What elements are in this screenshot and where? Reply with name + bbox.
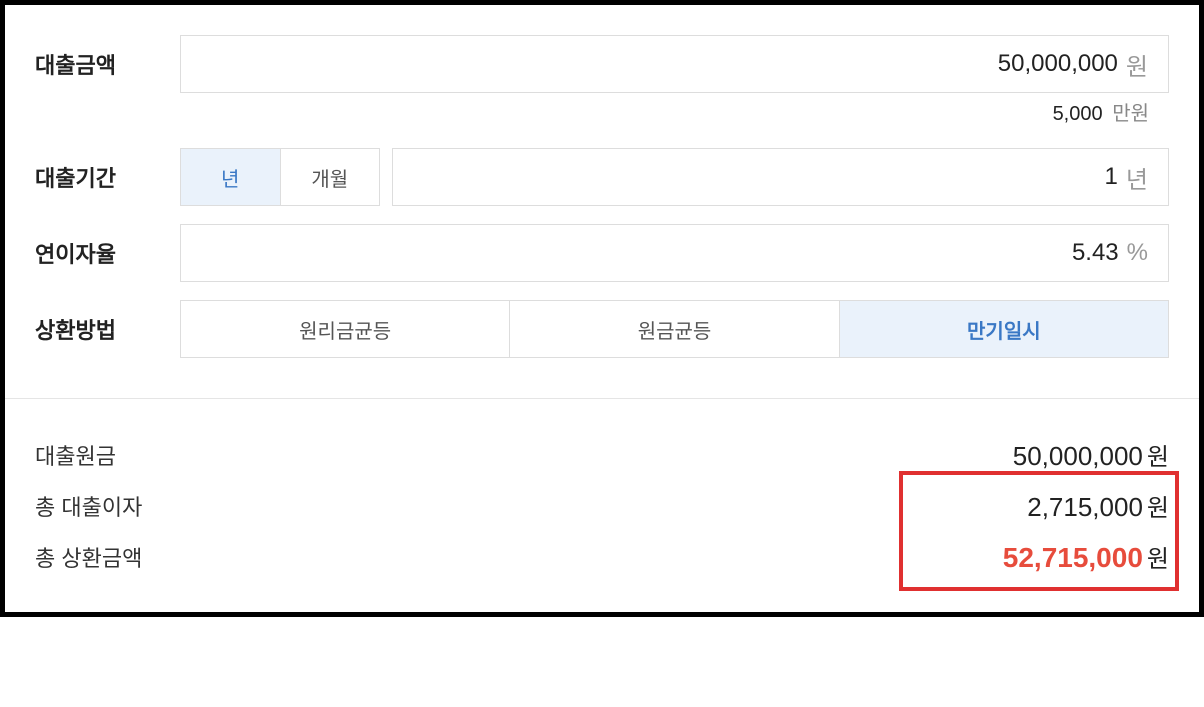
term-toggle-month[interactable]: 개월 bbox=[281, 149, 380, 205]
loan-amount-input[interactable]: 50,000,000 원 bbox=[180, 35, 1169, 93]
repay-option-equal-principal[interactable]: 원금균등 bbox=[510, 301, 839, 357]
loan-amount-row: 대출금액 50,000,000 원 bbox=[35, 35, 1169, 93]
interest-rate-input[interactable]: 5.43 % bbox=[180, 224, 1169, 282]
interest-rate-label: 연이자율 bbox=[35, 237, 180, 269]
loan-amount-unit: 원 bbox=[1126, 47, 1148, 82]
loan-amount-subunit: 만원 bbox=[1112, 103, 1149, 125]
repay-option-equal-principal-interest[interactable]: 원리금균등 bbox=[181, 301, 510, 357]
interest-rate-value: 5.43 bbox=[1072, 239, 1119, 267]
result-section: 대출원금 50,000,000 원 총 대출이자 2,715,000 원 총 상… bbox=[5, 399, 1199, 612]
result-total-row: 총 상환금액 52,715,000 원 bbox=[35, 531, 1169, 582]
loan-term-control: 년 개월 1 년 bbox=[180, 148, 1169, 206]
repay-method-control: 원리금균등 원금균등 만기일시 bbox=[180, 300, 1169, 358]
result-principal-unit: 원 bbox=[1147, 437, 1169, 472]
result-total-value: 52,715,000 bbox=[1003, 542, 1143, 574]
loan-amount-subvalue: 5,000 bbox=[1053, 103, 1103, 125]
result-interest-row: 총 대출이자 2,715,000 원 bbox=[35, 480, 1169, 531]
result-principal-value-wrap: 50,000,000 원 bbox=[1013, 437, 1169, 472]
loan-calculator-panel: 대출금액 50,000,000 원 5,000 만원 대출기간 년 개월 bbox=[0, 0, 1204, 617]
term-unit-toggle: 년 개월 bbox=[180, 148, 380, 206]
loan-amount-control: 50,000,000 원 bbox=[180, 35, 1169, 93]
loan-amount-subtext: 5,000 만원 bbox=[180, 97, 1169, 126]
loan-amount-value: 50,000,000 bbox=[998, 50, 1118, 78]
interest-rate-unit: % bbox=[1127, 239, 1148, 267]
loan-amount-subtext-row: 5,000 만원 bbox=[35, 97, 1169, 126]
repay-method-row: 상환방법 원리금균등 원금균등 만기일시 bbox=[35, 300, 1169, 358]
result-principal-value: 50,000,000 bbox=[1013, 441, 1143, 472]
loan-amount-label: 대출금액 bbox=[35, 48, 180, 80]
result-total-unit: 원 bbox=[1147, 539, 1169, 574]
loan-term-value: 1 bbox=[1105, 163, 1118, 191]
result-interest-label: 총 대출이자 bbox=[35, 490, 142, 522]
interest-rate-row: 연이자율 5.43 % bbox=[35, 224, 1169, 282]
term-toggle-year[interactable]: 년 bbox=[181, 149, 281, 205]
interest-rate-control: 5.43 % bbox=[180, 224, 1169, 282]
repay-method-toggle: 원리금균등 원금균등 만기일시 bbox=[180, 300, 1169, 358]
result-total-label: 총 상환금액 bbox=[35, 541, 142, 573]
result-interest-value: 2,715,000 bbox=[1027, 492, 1143, 523]
loan-term-unit: 년 bbox=[1126, 160, 1148, 195]
loan-term-row: 대출기간 년 개월 1 년 bbox=[35, 148, 1169, 206]
repay-option-bullet[interactable]: 만기일시 bbox=[840, 301, 1168, 357]
repay-method-label: 상환방법 bbox=[35, 313, 180, 345]
form-section: 대출금액 50,000,000 원 5,000 만원 대출기간 년 개월 bbox=[5, 5, 1199, 398]
result-principal-label: 대출원금 bbox=[35, 439, 116, 471]
result-interest-unit: 원 bbox=[1147, 488, 1169, 523]
result-interest-value-wrap: 2,715,000 원 bbox=[1027, 488, 1169, 523]
result-principal-row: 대출원금 50,000,000 원 bbox=[35, 429, 1169, 480]
result-total-value-wrap: 52,715,000 원 bbox=[1003, 539, 1169, 574]
loan-term-input[interactable]: 1 년 bbox=[392, 148, 1169, 206]
loan-term-label: 대출기간 bbox=[35, 161, 180, 193]
